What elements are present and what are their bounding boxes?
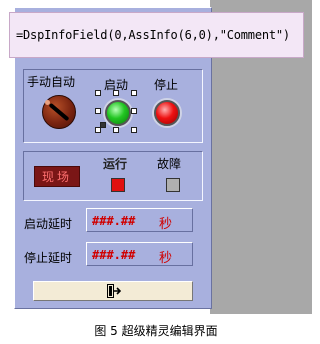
anchor-handle[interactable]: [100, 122, 106, 128]
exit-door-icon: [107, 284, 121, 298]
start-button[interactable]: [105, 100, 131, 126]
manual-auto-label: 手动自动: [27, 75, 76, 89]
stop-delay-unit: 秒: [159, 251, 173, 266]
start-delay-value: ###.##: [92, 214, 136, 228]
formula-field[interactable]: =DspInfoField(0,AssInfo(6,0),"Comment"): [9, 12, 304, 58]
selection-handle[interactable]: [131, 127, 137, 133]
running-indicator: [111, 178, 125, 192]
selection-handle[interactable]: [131, 108, 137, 114]
exit-button[interactable]: [33, 281, 193, 301]
selection-handle[interactable]: [113, 127, 119, 133]
stop-button[interactable]: [154, 100, 180, 126]
mode-indicator: 现场: [34, 166, 80, 187]
start-delay-unit: 秒: [159, 217, 173, 232]
selection-handle[interactable]: [131, 90, 137, 96]
start-delay-label: 启动延时: [24, 217, 73, 231]
selection-handle[interactable]: [113, 90, 119, 96]
fault-indicator: [166, 178, 180, 192]
formula-text: =DspInfoField(0,AssInfo(6,0),"Comment"): [16, 28, 290, 42]
stop-delay-label: 停止延时: [24, 251, 73, 265]
fault-label: 故障: [157, 157, 182, 171]
figure-caption: 图 5 超级精灵编辑界面: [94, 324, 218, 338]
selection-handle[interactable]: [95, 108, 101, 114]
running-label: 运行: [103, 157, 128, 171]
stop-label: 停止: [154, 78, 179, 92]
knob-highlight: [45, 100, 50, 105]
selection-handle[interactable]: [95, 90, 101, 96]
stop-delay-value: ###.##: [92, 248, 136, 262]
